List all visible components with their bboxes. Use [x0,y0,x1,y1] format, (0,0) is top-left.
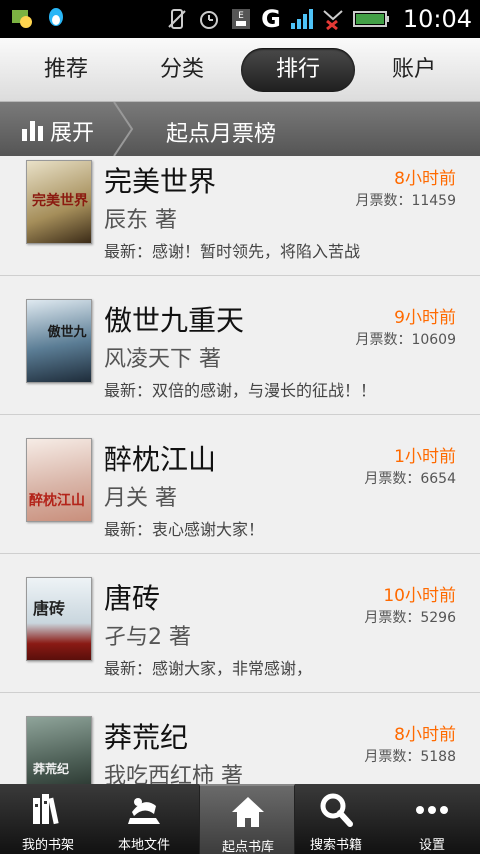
book-update-time: 9小时前 [394,308,456,328]
chevron-right-icon [113,102,134,156]
nav-qidian-library[interactable]: 起点书库 [199,784,295,854]
nav-settings[interactable]: 设置 [384,784,480,854]
nav-label: 我的书架 [21,838,74,853]
book-author: 孑与2 著 [104,625,191,650]
book-author: 风凌天下 著 [104,347,221,372]
silent-icon [165,7,189,31]
book-cover: 莽荒纪 [26,716,92,784]
bar-chart-icon [22,121,43,141]
battery-icon [352,7,391,31]
nav-search-books[interactable]: 搜索书籍 [288,784,384,854]
page-title: 起点月票榜 [166,122,277,147]
list-item[interactable]: 唐砖 唐砖 孑与2 著 最新：感谢大家，非常感谢， 10小时前 月票数：5296 [0,555,480,693]
clock-time: 10:04 [402,5,472,33]
ranking-title-bar: 展开 起点月票榜 [0,102,480,156]
nav-local-files[interactable]: 本地文件 [96,784,192,854]
network-type: G [261,5,281,33]
book-update-time: 10小时前 [383,586,456,606]
status-bar: E G 10:04 [0,0,480,38]
book-monthly-votes: 月票数：10609 [355,332,456,348]
book-latest-update: 最新：衷心感谢大家！ [104,520,265,539]
tab-ranking[interactable]: 排行 [241,48,355,92]
nav-label: 搜索书籍 [309,838,362,853]
book-ranking-list: 完美世界 完美世界 辰东 著 最新：感谢！暂时领先，将陷入苦战 8小时前 月票数… [0,156,480,784]
book-latest-update: 最新：感谢！暂时领先，将陷入苦战 [104,242,361,261]
book-author: 月关 著 [104,486,177,511]
svg-text:莽荒纪: 莽荒纪 [32,761,69,776]
svg-text:傲世九: 傲世九 [47,324,86,340]
top-tabs: 推荐 分类 排行 账户 [0,38,480,102]
book-latest-update: 最新：感谢大家，非常感谢， [104,659,313,678]
nav-label: 本地文件 [117,838,170,853]
svg-text:E: E [238,11,244,21]
no-signal-icon [321,7,345,31]
expand-button[interactable]: 展开 [0,102,122,156]
nav-label: 设置 [418,838,445,853]
alarm-icon [197,7,221,31]
search-icon [320,793,353,827]
book-cover: 傲世九 [26,299,92,383]
tab-category[interactable]: 分类 [125,48,239,92]
bookshelf-icon [33,794,59,825]
book-title: 傲世九重天 [104,304,245,337]
book-update-time: 1小时前 [394,447,456,467]
book-title: 唐砖 [104,582,161,615]
svg-text:完美世界: 完美世界 [32,192,89,209]
book-monthly-votes: 月票数：5188 [364,749,456,765]
book-monthly-votes: 月票数：11459 [355,193,456,209]
usb-icon: E [229,7,253,31]
book-latest-update: 最新：双倍的感谢，与漫长的征战！！ [104,381,377,400]
book-title: 醉枕江山 [104,443,217,476]
nav-label: 起点书库 [221,840,274,854]
signal-icon [289,7,313,31]
bottom-navigation: 我的书架 本地文件 起点书库 搜索书籍 设置 [0,784,480,854]
book-title: 完美世界 [104,165,217,198]
photo-icon [10,6,34,30]
book-update-time: 8小时前 [394,725,456,745]
tab-account[interactable]: 账户 [357,48,471,92]
book-author: 我吃西红柿 著 [104,764,243,784]
local-files-icon [128,798,160,824]
svg-text:醉枕江山: 醉枕江山 [29,492,85,509]
more-icon [416,806,448,814]
book-author: 辰东 著 [104,208,177,233]
list-item[interactable]: 莽荒纪 莽荒纪 我吃西红柿 著 8小时前 月票数：5188 [0,694,480,784]
nav-bookshelf[interactable]: 我的书架 [0,784,96,854]
book-monthly-votes: 月票数：5296 [364,610,456,626]
list-item[interactable]: 完美世界 完美世界 辰东 著 最新：感谢！暂时领先，将陷入苦战 8小时前 月票数… [0,156,480,276]
book-update-time: 8小时前 [394,169,456,189]
book-monthly-votes: 月票数：6654 [364,471,456,487]
list-item[interactable]: 醉枕江山 醉枕江山 月关 著 最新：衷心感谢大家！ 1小时前 月票数：6654 [0,416,480,554]
book-cover: 醉枕江山 [26,438,92,522]
tab-recommend[interactable]: 推荐 [9,48,123,92]
book-cover: 唐砖 [26,577,92,661]
list-item[interactable]: 傲世九 傲世九重天 风凌天下 著 最新：双倍的感谢，与漫长的征战！！ 9小时前 … [0,277,480,415]
book-cover: 完美世界 [26,160,92,244]
qq-icon [44,6,68,30]
svg-text:唐砖: 唐砖 [33,599,65,618]
book-title: 莽荒纪 [104,721,189,754]
expand-label: 展开 [50,121,95,146]
home-icon [232,797,264,827]
